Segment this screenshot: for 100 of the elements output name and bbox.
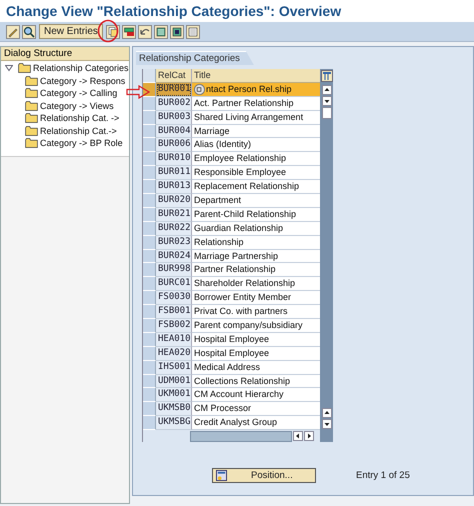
table-cell: BUR020	[156, 194, 192, 208]
row-selector[interactable]	[143, 402, 156, 416]
table-cell: BUR023	[156, 236, 192, 250]
table-cell: UKM001	[156, 388, 192, 402]
row-selector[interactable]	[143, 388, 156, 402]
table-cell: BUR004	[156, 124, 192, 138]
table-cell: BUR010	[156, 152, 192, 166]
row-selector[interactable]	[143, 138, 156, 152]
folder-icon	[25, 113, 38, 124]
table-cell: BURC01	[156, 277, 192, 292]
table-settings-icon[interactable]	[320, 70, 332, 82]
table-cell: Relationship	[192, 236, 320, 250]
column-header[interactable]: RelCat	[156, 69, 192, 83]
table-cell: Act. Partner Relationship	[192, 96, 320, 111]
column-header[interactable]: Title	[192, 69, 320, 83]
row-selector[interactable]	[143, 374, 156, 388]
table-cell: Parent company/subsidiary	[192, 319, 320, 333]
table-cell: BUR013	[156, 180, 192, 194]
row-selector[interactable]	[143, 250, 156, 264]
table-cell: CM Processor	[192, 402, 320, 416]
row-selector[interactable]	[143, 166, 156, 180]
table-cell: Replacement Relationship	[192, 180, 320, 194]
table-cell: UKMSB0	[156, 402, 192, 416]
row-selector[interactable]	[143, 96, 156, 111]
tree-item[interactable]: Relationship Categories	[33, 63, 129, 74]
row-selector[interactable]	[143, 291, 156, 306]
row-selector[interactable]	[143, 305, 156, 320]
row-selector[interactable]	[143, 346, 156, 361]
row-selector[interactable]	[143, 263, 156, 278]
vertical-scrollbar[interactable]	[320, 69, 333, 442]
table-cell: Parent-Child Relationship	[192, 208, 320, 222]
table-cell: FSB001	[156, 305, 192, 320]
row-selector[interactable]	[143, 332, 156, 347]
row-selector[interactable]	[143, 110, 156, 125]
table-cell: BUR024	[156, 250, 192, 264]
table-cell: HEA010	[156, 332, 192, 347]
folder-icon	[25, 88, 38, 98]
table-cell: Responsible Employee	[192, 166, 320, 180]
tree-item[interactable]: Relationship Cat.->	[40, 126, 117, 136]
select-block-icon[interactable]	[170, 24, 184, 38]
table-cell: Guardian Relationship	[192, 222, 320, 236]
row-selector[interactable]	[143, 236, 156, 250]
scroll-down-icon[interactable]	[322, 96, 332, 106]
scroll-thumb[interactable]	[322, 107, 332, 119]
scroll-down-icon[interactable]	[322, 419, 332, 430]
scroll-up-icon[interactable]	[322, 85, 332, 95]
table-cell: Shared Living Arrangement	[192, 110, 320, 125]
row-selector[interactable]	[143, 152, 156, 166]
collapse-icon[interactable]	[5, 64, 13, 72]
folder-icon	[25, 100, 38, 111]
row-selector[interactable]	[143, 319, 156, 333]
row-selector[interactable]	[143, 124, 156, 138]
tree-item[interactable]: Category -> Respons	[40, 76, 126, 86]
tree-item[interactable]: Relationship Cat. ->	[40, 113, 120, 124]
scroll-left-icon[interactable]	[293, 431, 303, 442]
copy-icon[interactable]	[106, 24, 120, 38]
table-cell: BUR022	[156, 222, 192, 236]
pencil-icon[interactable]	[6, 24, 20, 38]
search-icon[interactable]	[22, 24, 36, 38]
new-entries-button[interactable]: New Entries	[39, 24, 103, 39]
table-cell: Employee Relationship	[192, 152, 320, 166]
select-all-cell[interactable]	[143, 69, 156, 83]
table-cell: HEA020	[156, 346, 192, 361]
table-cell: Collections Relationship	[192, 374, 320, 388]
row-selector[interactable]	[143, 208, 156, 222]
table-cell: BUR998	[156, 263, 192, 278]
table-cell: IHS001	[156, 360, 192, 375]
position-icon	[216, 470, 227, 482]
row-selector[interactable]	[143, 222, 156, 236]
row-selector[interactable]	[143, 277, 156, 292]
row-selector[interactable]	[143, 360, 156, 375]
tree-item[interactable]: Category -> Calling	[40, 88, 118, 98]
row-selector[interactable]	[143, 416, 156, 430]
panel-header: Dialog Structure	[1, 47, 129, 61]
deselect-icon[interactable]	[186, 24, 200, 38]
table-cell: BUR006	[156, 138, 192, 152]
table-cell: Hospital Employee	[192, 346, 320, 361]
undo-icon[interactable]	[138, 24, 152, 38]
table-cell: Alias (Identity)	[192, 138, 320, 152]
row-selector[interactable]	[143, 180, 156, 194]
horizontal-scrollbar[interactable]	[190, 430, 292, 442]
position-button[interactable]: Position...	[212, 468, 316, 484]
table-cell: UDM001	[156, 374, 192, 388]
table-cell: FSB002	[156, 319, 192, 333]
scroll-right-icon[interactable]	[304, 431, 314, 442]
tree-item[interactable]: Category -> BP Role	[40, 138, 123, 148]
row-selector[interactable]	[143, 194, 156, 208]
table-cell: Marriage	[192, 124, 320, 138]
table-cell: BUR002	[156, 96, 192, 111]
select-all-icon[interactable]	[154, 24, 168, 38]
entry-count: Entry 1 of 25	[356, 470, 410, 482]
table-cell: Medical Address	[192, 360, 320, 375]
annotation-circle	[97, 19, 119, 43]
tree-item[interactable]: Category -> Views	[40, 100, 114, 111]
window-title: Change View "Relationship Categories": Overview	[5, 2, 342, 21]
scroll-up-icon[interactable]	[322, 408, 332, 418]
table-cell: BUR003	[156, 110, 192, 125]
folder-icon	[25, 126, 38, 136]
table-cell: BUR021	[156, 208, 192, 222]
delete-icon[interactable]	[122, 24, 136, 38]
